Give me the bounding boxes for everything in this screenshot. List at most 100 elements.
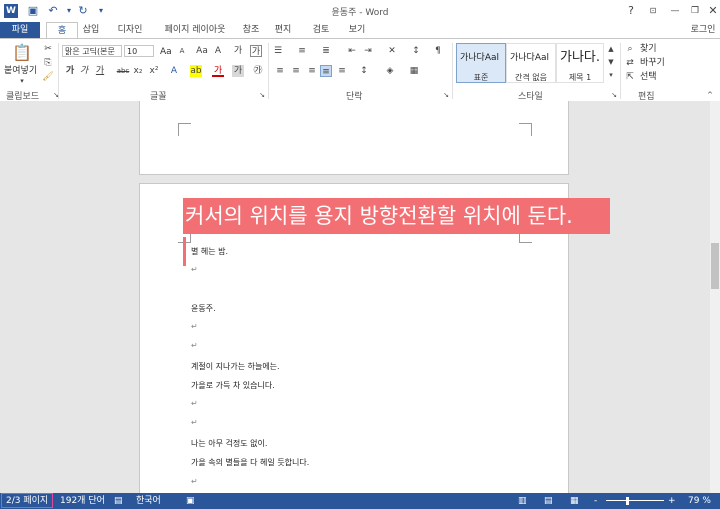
styles-scroll-up-icon[interactable]: ▲ — [606, 43, 616, 55]
copy-icon[interactable]: ⎘ — [42, 57, 54, 69]
cut-icon[interactable]: ✂ — [42, 43, 54, 55]
zoom-slider-handle[interactable] — [626, 497, 629, 505]
sort-icon[interactable]: ↕ — [410, 45, 422, 57]
format-painter-icon[interactable]: 🖌 — [42, 71, 54, 83]
numbering-icon[interactable]: ≡ — [296, 45, 308, 57]
word-count[interactable]: 192개 단어 — [60, 495, 105, 507]
doc-line[interactable]: 계절이 지나가는 하늘에는. — [191, 361, 280, 372]
web-layout-icon[interactable]: ▦ — [570, 495, 579, 507]
paragraph-launcher-icon[interactable]: ↘ — [440, 89, 452, 101]
doc-line[interactable]: 나는 아무 걱정도 없이. — [191, 438, 267, 449]
style-name: 제목 1 — [568, 73, 592, 82]
find-icon[interactable]: ⌕ — [624, 43, 636, 55]
style-no-spacing[interactable]: 가나다Aal 간격 없음 — [506, 43, 556, 83]
doc-line[interactable]: 가을 속의 별들을 다 헤일 듯합니다. — [191, 457, 309, 468]
styles-scroll-down-icon[interactable]: ▼ — [606, 56, 616, 68]
style-heading-1[interactable]: 가나다. 제목 1 — [556, 43, 604, 83]
styles-launcher-icon[interactable]: ↘ — [608, 89, 620, 101]
font-color-icon[interactable]: 가 — [212, 65, 224, 77]
clipboard-launcher-icon[interactable]: ↘ — [50, 89, 62, 101]
collapse-ribbon-icon[interactable]: ^ — [704, 89, 716, 101]
paragraph-mark: ↵ — [191, 399, 198, 408]
show-formatting-icon[interactable]: ¶ — [432, 45, 444, 57]
highlight-color-icon[interactable]: ab — [190, 65, 202, 77]
italic-button[interactable]: 가 — [78, 65, 90, 77]
char-shading-icon[interactable]: 가 — [232, 65, 244, 77]
font-size-up-icon[interactable]: A — [176, 45, 188, 57]
minimize-button[interactable]: — — [664, 3, 686, 19]
bold-button[interactable]: 가 — [64, 65, 76, 77]
doc-line[interactable]: 별 헤는 밤. — [191, 246, 228, 257]
replace-button[interactable]: 바꾸기 — [640, 57, 665, 69]
login-link[interactable]: 로그인 — [688, 22, 718, 38]
enclosed-char-icon[interactable]: ㉮ — [252, 65, 264, 77]
proofing-icon[interactable]: ▤ — [114, 495, 123, 507]
multilevel-list-icon[interactable]: ≣ — [320, 45, 332, 57]
styles-more-icon[interactable]: ▾ — [606, 69, 616, 81]
strikethrough-button[interactable]: abc — [116, 65, 130, 77]
read-mode-icon[interactable]: ▥ — [518, 495, 527, 507]
style-sample: 가나다Aal — [460, 53, 500, 63]
clear-format-icon[interactable]: A — [212, 45, 224, 57]
grow-font-button[interactable]: Aa — [160, 46, 172, 58]
scrollbar-thumb[interactable] — [711, 243, 719, 289]
distribute-icon[interactable]: ≡ — [336, 65, 348, 77]
select-icon[interactable]: ⇱ — [624, 71, 636, 83]
decrease-indent-icon[interactable]: ⇤ — [346, 45, 358, 57]
paragraph-mark: ↵ — [191, 322, 198, 331]
zoom-slider[interactable] — [606, 500, 664, 501]
zoom-out-button[interactable]: - — [594, 495, 597, 507]
text-effects-icon[interactable]: A — [168, 65, 180, 77]
vertical-scrollbar[interactable] — [710, 101, 720, 493]
shading-icon[interactable]: ◈ — [384, 65, 396, 77]
borders-icon[interactable]: ▦ — [408, 65, 420, 77]
tab-home[interactable]: 홈 — [46, 22, 78, 39]
style-sample: 가나다. — [560, 50, 601, 65]
tab-file[interactable]: 파일 — [0, 22, 40, 38]
find-button[interactable]: 찾기 — [640, 43, 657, 55]
font-name-combo[interactable]: 맑은 고딕(본문 — [62, 45, 122, 57]
bullets-icon[interactable]: ☰ — [272, 45, 284, 57]
document-canvas[interactable] — [0, 101, 710, 493]
tab-review[interactable]: 검토 — [308, 22, 334, 38]
macro-record-icon[interactable]: ▣ — [186, 495, 195, 507]
divider — [268, 43, 269, 99]
paste-dropdown-icon[interactable]: ▾ — [16, 75, 28, 87]
line-spacing-icon[interactable]: ↕ — [358, 65, 370, 77]
help-button[interactable]: ? — [620, 3, 642, 19]
paragraph-mark: ↵ — [191, 477, 198, 486]
doc-line[interactable]: 윤동주. — [191, 303, 216, 314]
phonetic-guide-icon[interactable]: 가 — [232, 45, 244, 57]
align-right-icon[interactable]: ≡ — [306, 65, 318, 77]
page-count[interactable]: 2/3 페이지 — [6, 495, 48, 507]
tab-view[interactable]: 보기 — [344, 22, 370, 38]
paste-icon[interactable]: 📋 — [12, 43, 32, 63]
align-center-icon[interactable]: ≡ — [290, 65, 302, 77]
font-launcher-icon[interactable]: ↘ — [256, 89, 268, 101]
increase-indent-icon[interactable]: ⇥ — [362, 45, 374, 57]
justify-icon[interactable]: ≡ — [320, 65, 332, 77]
font-size-combo[interactable]: 10 — [124, 45, 154, 57]
tab-design[interactable]: 디자인 — [112, 22, 148, 38]
style-normal[interactable]: 가나다Aal 표준 — [456, 43, 506, 83]
align-left-icon[interactable]: ≡ — [274, 65, 286, 77]
asian-layout-icon[interactable]: ✕ — [386, 45, 398, 57]
close-button[interactable]: ✕ — [702, 3, 720, 19]
print-layout-icon[interactable]: ▤ — [544, 495, 553, 507]
enclose-char-icon[interactable]: 가 — [250, 45, 262, 57]
tab-insert[interactable]: 삽입 — [78, 22, 104, 38]
replace-icon[interactable]: ⇄ — [624, 57, 636, 69]
subscript-button[interactable]: x₂ — [132, 65, 144, 77]
superscript-button[interactable]: x² — [148, 65, 160, 77]
language[interactable]: 한국어 — [136, 495, 161, 507]
select-button[interactable]: 선택 — [640, 71, 657, 83]
change-case-icon[interactable]: Aa — [196, 45, 208, 57]
tab-mailings[interactable]: 편지 — [270, 22, 296, 38]
underline-button[interactable]: 가 — [94, 65, 106, 77]
ribbon-options-icon[interactable]: ⊡ — [642, 3, 664, 19]
zoom-level[interactable]: 79 % — [688, 495, 711, 507]
zoom-in-button[interactable]: + — [668, 495, 676, 507]
tab-references[interactable]: 참조 — [238, 22, 264, 38]
tab-page-layout[interactable]: 페이지 레이아웃 — [157, 22, 233, 38]
doc-line[interactable]: 가을로 가득 차 있습니다. — [191, 380, 275, 391]
